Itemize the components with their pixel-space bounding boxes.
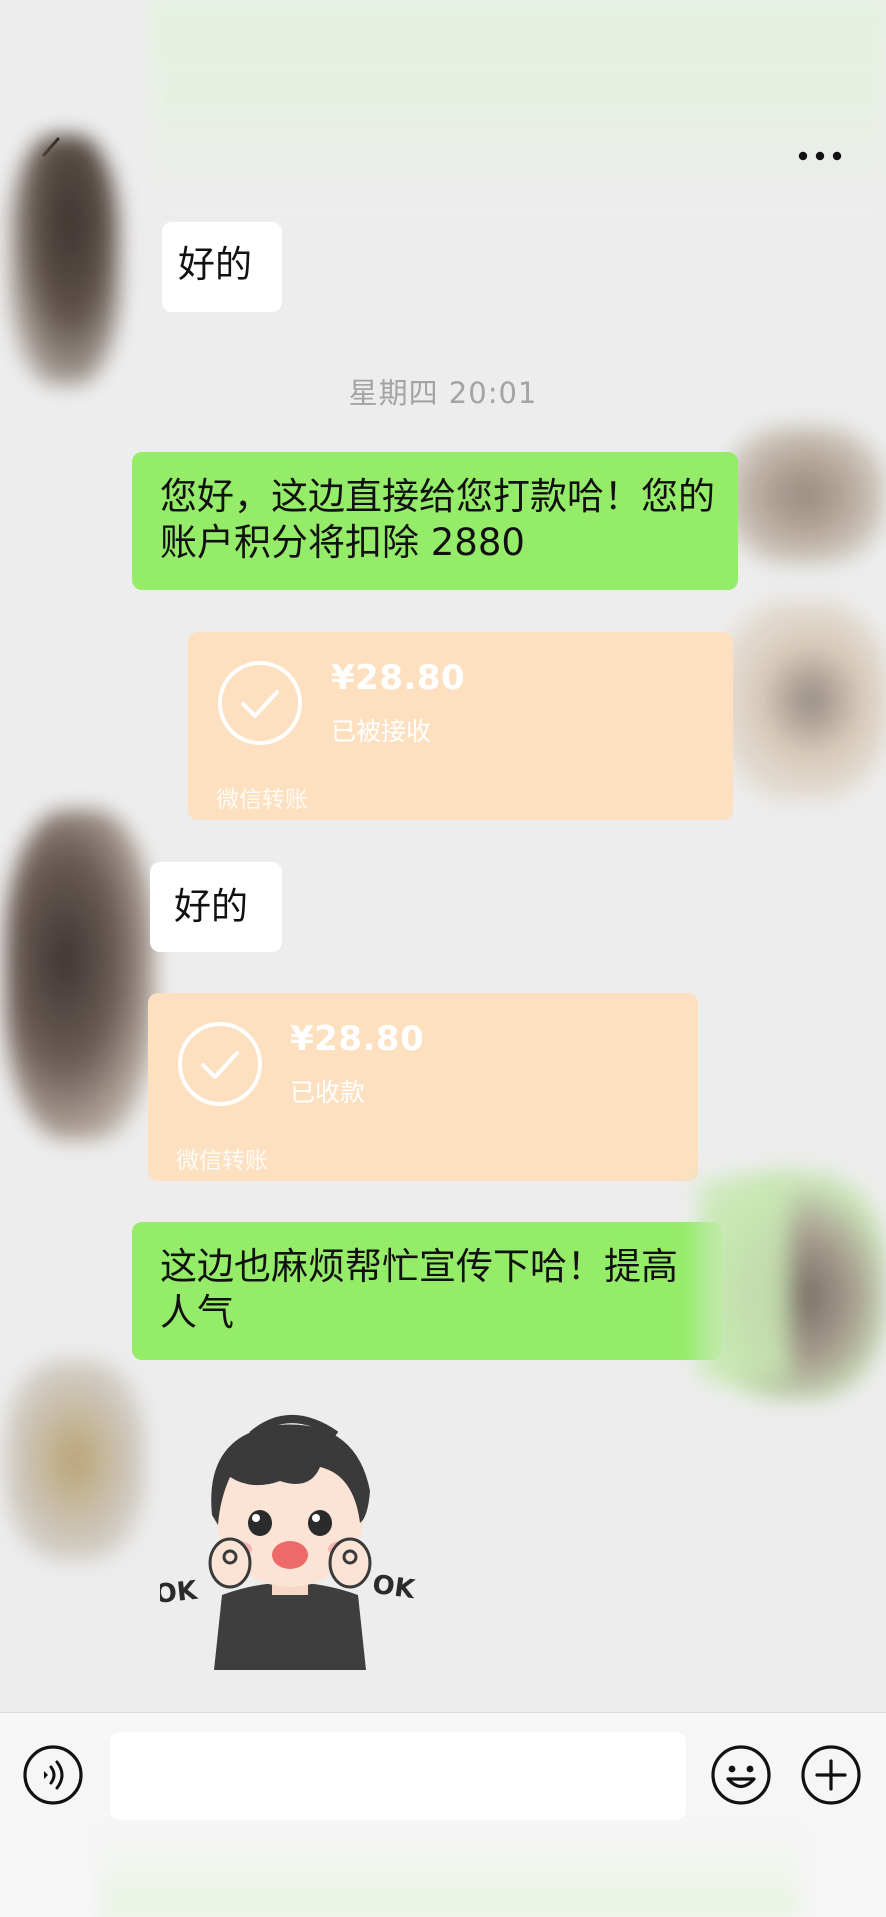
message-text: 好的 <box>178 243 252 286</box>
message-text: 好的 <box>174 885 248 928</box>
plus-icon[interactable] <box>800 1744 862 1806</box>
header-blur-overlay <box>150 0 886 205</box>
transfer-footer-label: 微信转账 <box>176 1148 268 1174</box>
message-text: 这边也麻烦帮忙宣传下哈！提高人气 <box>160 1245 678 1334</box>
contact-avatar[interactable] <box>5 810 155 1140</box>
transfer-status: 已收款 <box>290 1078 366 1107</box>
self-avatar[interactable] <box>700 1170 886 1400</box>
transfer-card-incoming[interactable]: ¥28.80 已收款 微信转账 <box>148 993 698 1181</box>
contact-avatar[interactable] <box>10 135 120 385</box>
message-bubble-incoming[interactable]: 好的 <box>150 862 282 952</box>
emoji-icon[interactable] <box>710 1744 772 1806</box>
check-circle-icon <box>216 659 304 747</box>
contact-avatar[interactable] <box>5 1360 145 1560</box>
sticker-ok-left-text: OK <box>160 1576 199 1610</box>
transfer-amount: ¥28.80 <box>331 658 466 698</box>
message-bubble-incoming[interactable]: 好的 <box>162 222 282 312</box>
self-avatar[interactable] <box>725 425 885 565</box>
message-text: 您好，这边直接给您打款哈！您的账户积分将扣除 2880 <box>160 475 715 564</box>
transfer-card-outgoing[interactable]: ¥28.80 已被接收 微信转账 <box>188 632 733 820</box>
chat-screen: 好的 星期四 20:01 您好，这边直接给您打款哈！您的账户积分将扣除 2880… <box>0 0 886 1917</box>
message-input[interactable] <box>110 1732 686 1820</box>
transfer-status: 已被接收 <box>331 717 432 746</box>
message-bubble-outgoing[interactable]: 这边也麻烦帮忙宣传下哈！提高人气 <box>132 1222 722 1360</box>
sticker-ok-right-text: OK <box>371 1570 418 1606</box>
check-circle-icon <box>176 1020 264 1108</box>
transfer-amount: ¥28.80 <box>290 1019 425 1059</box>
voice-icon[interactable] <box>22 1744 84 1806</box>
timestamp-label: 星期四 20:01 <box>348 376 538 410</box>
message-bubble-outgoing[interactable]: 您好，这边直接给您打款哈！您的账户积分将扣除 2880 <box>132 452 738 590</box>
chat-header <box>0 0 886 205</box>
ok-sticker[interactable]: OK OK <box>153 1395 420 1670</box>
input-bar-blur-overlay <box>100 1833 800 1917</box>
transfer-footer-label: 微信转账 <box>216 787 308 813</box>
self-avatar[interactable] <box>720 600 886 800</box>
more-dots-icon[interactable] <box>794 138 846 174</box>
